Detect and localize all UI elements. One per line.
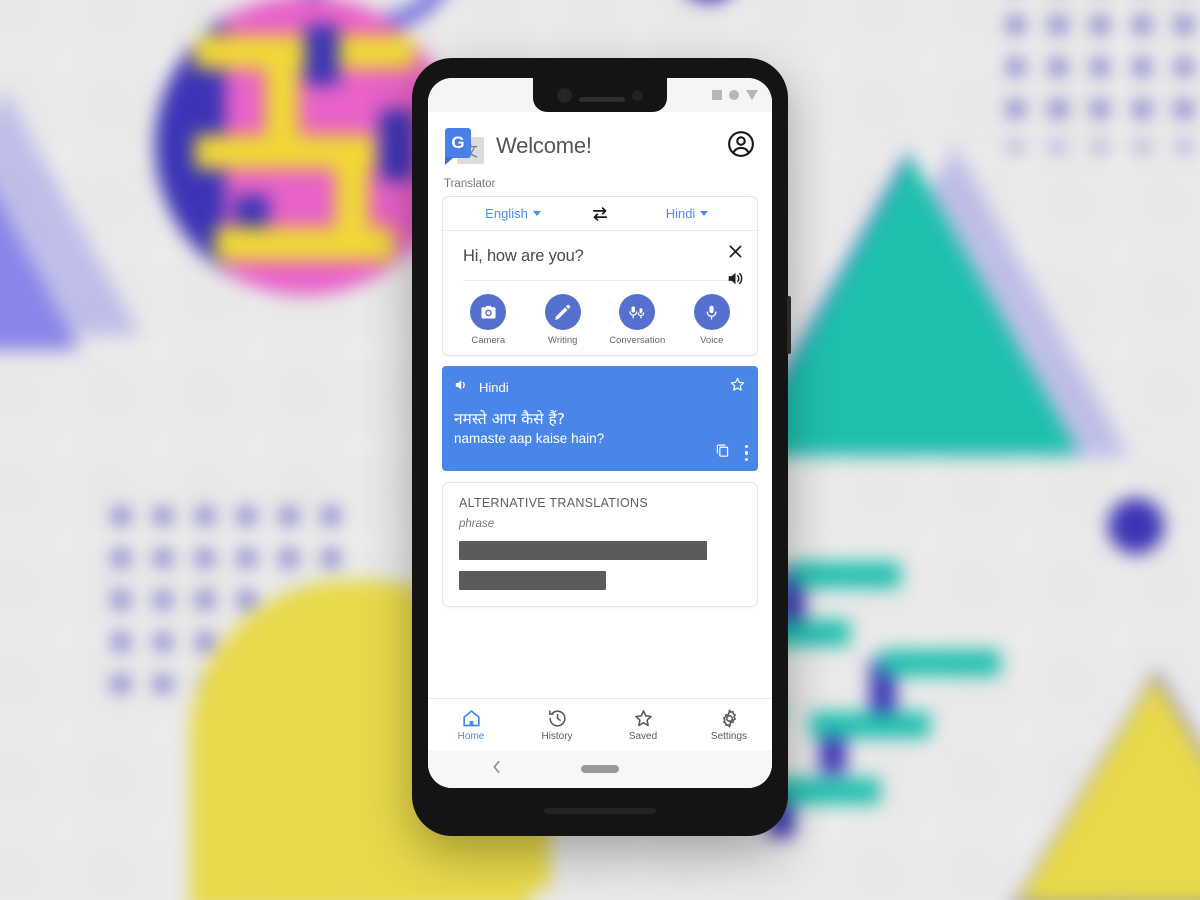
decor-zigzag-teal [790,562,900,588]
nav-item-settings-label: Settings [710,730,748,742]
two-microphones-icon [619,294,656,330]
translation-result-card[interactable]: Hindi नमस्ते आप कैसे हैं? namaste aap ka… [442,366,758,471]
secondary-camera-icon [632,89,643,101]
phone-notch [533,78,667,112]
action-camera[interactable]: Camera [451,294,526,346]
alternative-translations-card: ALTERNATIVE TRANSLATIONS phrase [442,482,758,607]
result-language-label: Hindi [479,379,509,395]
nav-item-saved[interactable]: Saved [600,708,686,742]
action-conversation[interactable]: Conversation [600,294,675,346]
close-icon[interactable] [727,243,744,260]
power-button[interactable] [787,296,791,354]
source-text-area[interactable]: Hi, how are you? [443,231,757,285]
back-chevron-icon[interactable] [490,759,504,780]
nav-item-saved-label: Saved [628,730,658,742]
translator-input-card: English Hindi Hi, how are you? Camera Wr… [442,196,758,356]
bottom-speaker-grille [544,808,656,814]
section-label: Translator [444,178,496,190]
more-vertical-icon[interactable] [744,444,748,462]
nav-item-home[interactable]: Home [428,708,514,742]
app-header: 文 G Welcome! [428,112,772,172]
earpiece-speaker [579,96,625,102]
translated-text: नमस्ते आप कैसे हैं? [454,410,566,428]
phone-device: 文 G Welcome! Translator [412,58,791,836]
language-selector-bar: English Hindi [443,197,757,231]
front-camera-icon [557,87,572,103]
source-text-actions [726,243,745,287]
logo-primary-card: G [445,128,471,165]
pencil-icon [544,294,581,330]
action-voice-label: Voice [700,335,724,346]
phone-screen: 文 G Welcome! Translator [428,78,772,788]
account-circle-icon[interactable] [726,129,756,164]
source-language-label: English [485,206,528,221]
circle-icon [729,90,739,100]
transliteration-text: namaste aap kaise hain? [454,431,605,446]
app-content: English Hindi Hi, how are you? Camera Wr… [428,196,772,698]
copy-icon[interactable] [714,442,731,464]
action-conversation-label: Conversation [609,335,666,346]
chevron-down-icon [532,211,541,216]
nav-item-history-label: History [541,730,573,742]
target-language-button[interactable]: Hindi [617,206,757,221]
google-translate-logo-icon: 文 G [444,126,484,166]
part-of-speech-label: phrase [459,518,495,530]
decor-dot-grid-right [995,0,1195,150]
volume-up-icon[interactable] [726,270,745,287]
redacted-bar [459,541,708,560]
decor-yellow-triangle [1015,675,1200,900]
microphone-icon [693,294,730,330]
swap-languages-icon[interactable] [583,206,617,222]
decor-zigzag-teal [880,650,1000,676]
target-language-label: Hindi [665,206,696,221]
nav-item-home-label: Home [457,730,485,742]
page-title: Welcome! [496,133,592,158]
camera-icon [470,294,507,330]
decor-zigzag-teal [810,712,930,738]
alternatives-title: ALTERNATIVE TRANSLATIONS [459,496,648,510]
decor-teal-triangle [740,155,1080,455]
chevron-down-icon [700,211,709,216]
nav-item-settings[interactable]: Settings [686,708,772,742]
redacted-bar [459,571,606,590]
volume-up-icon[interactable] [454,378,470,397]
bottom-navigation: Home History Saved Settings [428,698,772,750]
triangle-icon [746,90,758,100]
android-navigation-bar [428,750,772,788]
decor-pixel-globe [155,0,455,295]
nav-item-history[interactable]: History [514,708,600,742]
star-outline-icon[interactable] [729,376,746,398]
result-actions [714,442,748,464]
action-writing-label: Writing [548,335,578,346]
square-icon [712,90,722,100]
action-camera-label: Camera [471,335,506,346]
action-voice[interactable]: Voice [675,294,750,346]
source-text-value: Hi, how are you? [463,247,584,265]
home-pill-indicator[interactable] [581,765,619,773]
decor-purple-triangle [0,120,80,350]
decor-blue-circle-bottom [1108,498,1164,554]
input-method-actions: Camera Writing Conversation Voice [443,281,757,355]
translate-app: 文 G Welcome! Translator [428,112,772,788]
result-header: Hindi [454,376,746,398]
action-writing[interactable]: Writing [526,294,601,346]
source-language-button[interactable]: English [443,206,583,221]
